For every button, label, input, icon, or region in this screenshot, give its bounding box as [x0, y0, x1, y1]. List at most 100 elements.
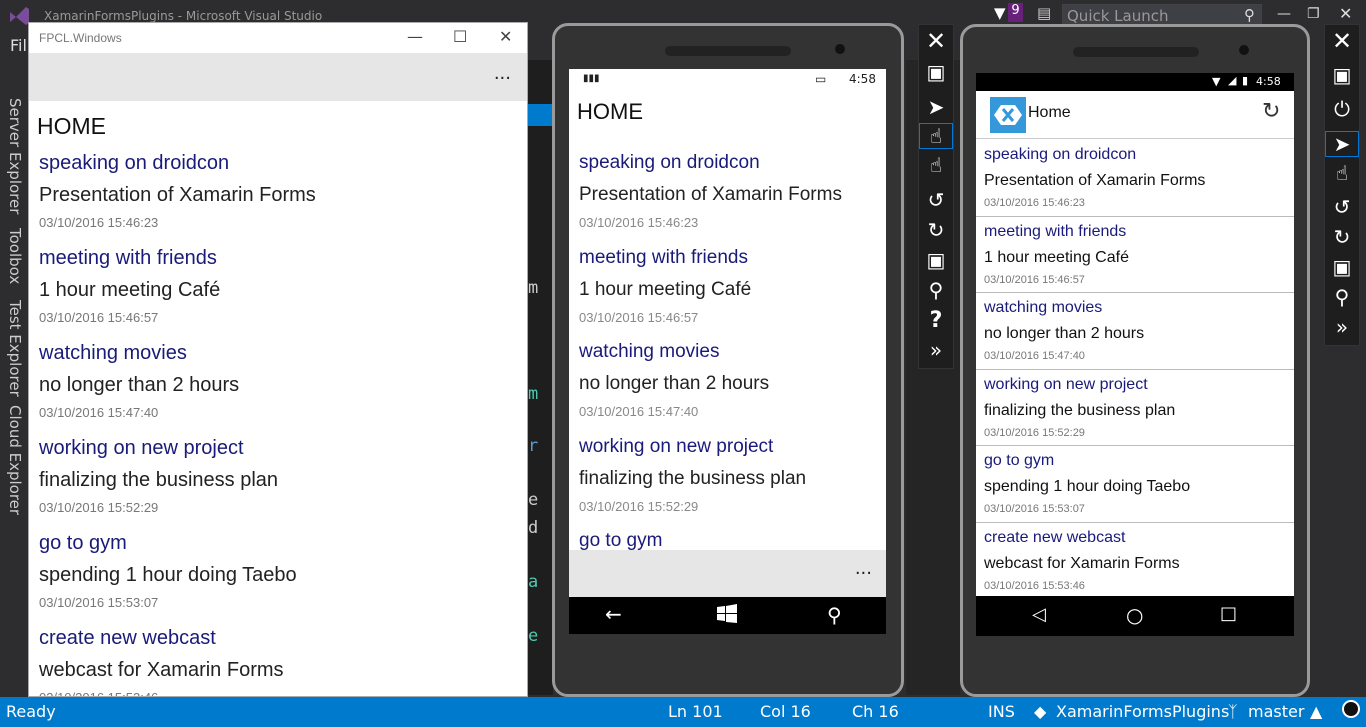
app-title-bar: FPCL.Windows — ☐ ✕ [29, 23, 527, 53]
item-title: meeting with friends [579, 246, 748, 268]
list-item[interactable]: watching movies no longer than 2 hours 03/… [976, 293, 1294, 370]
item-timestamp: 03/10/2016 15:47:40 [39, 405, 159, 420]
notifications-icon[interactable] [1342, 700, 1360, 718]
list-item[interactable]: working on new project finalizing the bus… [569, 431, 886, 526]
windows-start-icon[interactable] [717, 604, 737, 628]
windows-app-window: FPCL.Windows — ☐ ✕ ... HOME speaking on … [28, 22, 528, 697]
help-icon[interactable]: ? [919, 308, 953, 333]
visual-studio-logo-icon [8, 6, 30, 26]
single-touch-icon[interactable]: ☝ [919, 123, 953, 149]
camera-icon [1239, 45, 1249, 55]
close-button[interactable]: ✕ [1339, 4, 1352, 23]
back-icon[interactable]: ← [605, 602, 622, 626]
multi-touch-icon[interactable]: ☝ [919, 153, 953, 177]
rotate-left-icon[interactable]: ↺ [919, 188, 953, 212]
item-description: no longer than 2 hours [984, 325, 1145, 342]
command-bar: ... [29, 53, 527, 101]
close-icon[interactable]: ✕ [919, 27, 953, 55]
status-insert-mode: INS [988, 702, 1015, 721]
search-icon[interactable]: ⚲ [827, 603, 842, 627]
notification-count[interactable]: 9 [1008, 3, 1023, 22]
zoom-icon[interactable]: ⚲ [1325, 285, 1359, 309]
task-list: speaking on droidcon Presentation of Xama… [569, 147, 886, 620]
list-item[interactable]: create new webcast webcast for Xamarin Fo… [29, 622, 527, 696]
test-explorer-tab[interactable]: Test Explorer [6, 300, 24, 397]
minimize-button[interactable]: — [1277, 6, 1291, 22]
toolbox-tab[interactable]: Toolbox [6, 228, 24, 284]
home-icon[interactable]: ○ [1126, 603, 1143, 627]
item-description: 1 hour meeting Café [579, 278, 752, 300]
minimize-icon[interactable]: ▣ [1325, 63, 1359, 87]
item-title: go to gym [984, 452, 1055, 469]
phone-speaker [665, 46, 791, 56]
list-item[interactable]: working on new project finalizing the bus… [976, 370, 1294, 446]
item-description: spending 1 hour doing Taebo [39, 564, 297, 586]
list-item[interactable]: speaking on droidcon Presentation of Xama… [976, 140, 1294, 217]
list-item[interactable]: create new webcast webcast for Xamarin Fo… [976, 523, 1294, 599]
single-touch-icon[interactable]: ☝ [1325, 161, 1359, 185]
phone-clock: 4:58 [849, 72, 876, 86]
item-title: go to gym [39, 532, 127, 554]
restore-button[interactable]: ❐ [1307, 6, 1320, 22]
list-item[interactable]: meeting with friends 1 hour meeting Café 0… [29, 242, 527, 337]
item-description: Presentation of Xamarin Forms [579, 184, 842, 205]
branch-name[interactable]: master [1248, 702, 1304, 721]
fit-screen-icon[interactable]: ▣ [919, 248, 953, 272]
item-description: no longer than 2 hours [39, 374, 240, 396]
app-close-button[interactable]: ✕ [499, 27, 512, 46]
item-description: 1 hour meeting Café [984, 248, 1129, 266]
phone-app-bar: ... [569, 550, 886, 597]
git-repo-icon: ◆ [1034, 702, 1047, 721]
list-item[interactable]: speaking on droidcon Presentation of Xama… [569, 147, 886, 242]
rotate-right-icon[interactable]: ↻ [919, 218, 953, 242]
list-item[interactable]: working on new project finalizing the bus… [29, 432, 527, 527]
server-explorer-tab[interactable]: Server Explorer [6, 98, 24, 214]
feedback-icon[interactable]: ▤ [1037, 4, 1051, 22]
list-item[interactable]: watching movies no longer than 2 hours 03/… [29, 337, 527, 432]
status-column: Col 16 [760, 702, 811, 721]
tools-icon[interactable]: » [1325, 315, 1359, 339]
toolbar-title: Home [1028, 104, 1071, 121]
more-options-button[interactable]: ... [494, 63, 511, 84]
item-timestamp: 03/10/2016 15:46:57 [984, 273, 1085, 286]
pointer-icon[interactable]: ➤ [919, 95, 953, 119]
cloud-explorer-tab[interactable]: Cloud Explorer [6, 405, 24, 515]
fit-screen-icon[interactable]: ▣ [1325, 255, 1359, 279]
recents-icon[interactable]: □ [1220, 603, 1237, 624]
list-item[interactable]: watching movies no longer than 2 hours 03/… [569, 336, 886, 431]
item-title: speaking on droidcon [39, 152, 230, 174]
item-title: meeting with friends [984, 222, 1127, 240]
item-description: 1 hour meeting Café [39, 279, 221, 301]
minimize-icon[interactable]: ▣ [919, 60, 953, 84]
pointer-icon[interactable]: ➤ [1325, 131, 1359, 157]
zoom-icon[interactable]: ⚲ [919, 278, 953, 302]
more-options-button[interactable]: ... [855, 558, 872, 579]
refresh-icon[interactable]: ↻ [1262, 99, 1280, 124]
power-icon[interactable]: ⏻ [1325, 97, 1359, 121]
repo-name[interactable]: XamarinFormsPlugins [1056, 702, 1229, 721]
list-item[interactable]: meeting with friends 1 hour meeting Café 0… [569, 242, 886, 337]
list-item[interactable]: speaking on droidcon Presentation of Xama… [29, 147, 527, 242]
publish-icon[interactable]: ▲ [1310, 702, 1322, 721]
app-maximize-button[interactable]: ☐ [453, 27, 467, 46]
app-window-title: FPCL.Windows [39, 31, 122, 45]
item-timestamp: 03/10/2016 15:46:57 [39, 310, 159, 325]
item-title: watching movies [984, 299, 1103, 316]
list-item[interactable]: meeting with friends 1 hour meeting Café 0… [976, 217, 1294, 293]
item-description: webcast for Xamarin Forms [984, 554, 1180, 572]
camera-icon [835, 44, 845, 54]
app-minimize-button[interactable]: — [407, 27, 423, 46]
item-description: webcast for Xamarin Forms [39, 659, 284, 681]
notification-flag-icon[interactable]: ▼ [994, 4, 1006, 22]
tools-icon[interactable]: » [919, 338, 953, 362]
close-icon[interactable]: ✕ [1325, 27, 1359, 55]
back-icon[interactable]: ◁ [1032, 604, 1046, 625]
rotate-right-icon[interactable]: ↻ [1325, 225, 1359, 249]
item-timestamp: 03/10/2016 15:52:29 [39, 500, 159, 515]
rotate-left-icon[interactable]: ↺ [1325, 195, 1359, 219]
list-item[interactable]: go to gym spending 1 hour doing Taebo 03/1… [976, 446, 1294, 523]
file-menu[interactable]: Fil [10, 36, 27, 55]
list-item[interactable]: go to gym spending 1 hour doing Taebo 03/1… [29, 527, 527, 622]
android-toolbar: Home ↻ [976, 91, 1294, 139]
phone-status-bar: ▮▮▮ ▭ 4:58 [569, 69, 886, 91]
